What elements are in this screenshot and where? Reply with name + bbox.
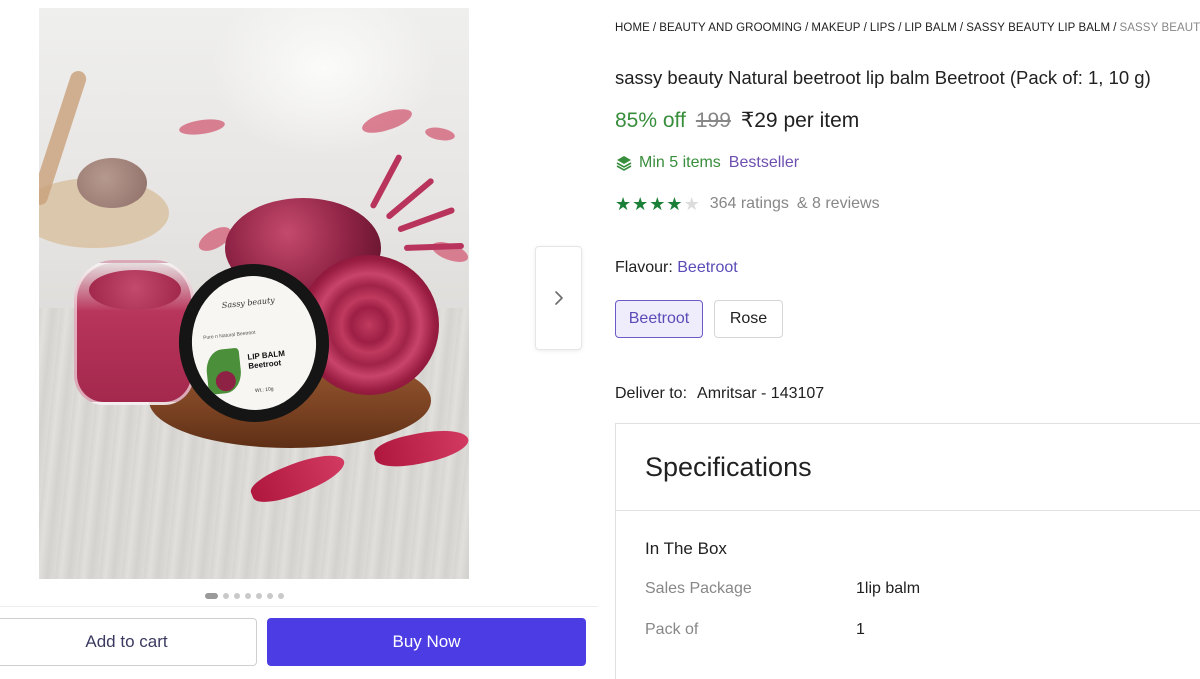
label-weight: Wt.: 10g: [254, 386, 274, 395]
rating-row[interactable]: ★ ★ ★ ★ ★ 364 ratings & 8 reviews: [615, 195, 880, 213]
breadcrumb-separator: /: [1113, 22, 1117, 34]
gallery-dot[interactable]: [245, 593, 251, 599]
beetroot-stem: [369, 153, 403, 210]
price-row: 85% off 199 ₹29 per item: [615, 108, 859, 133]
discount-label: 85% off: [615, 109, 686, 132]
flavour-label: Flavour: Beetroot: [615, 259, 738, 277]
label-brand: Sassy beauty: [221, 295, 276, 311]
gallery-dot[interactable]: [267, 593, 273, 599]
breadcrumb: HOME / BEAUTY AND GROOMING / MAKEUP / LIPS / LIP…: [615, 22, 1200, 34]
variant-beetroot[interactable]: Beetroot: [615, 300, 703, 338]
background-light: [209, 8, 439, 158]
deliver-pincode: Amritsar - 143107: [697, 385, 825, 402]
gallery-dot[interactable]: [234, 593, 240, 599]
makeup-brush: [77, 158, 147, 208]
next-image-button[interactable]: [535, 246, 582, 350]
breadcrumb-item[interactable]: LIPS: [870, 22, 895, 34]
star-icon: ★: [666, 194, 683, 214]
star-rating: ★ ★ ★ ★ ★: [615, 195, 700, 213]
layers-icon: [616, 156, 632, 171]
breadcrumb-item[interactable]: BEAUTY AND GROOMING: [659, 22, 802, 34]
deliver-label: Deliver to:: [615, 385, 688, 402]
breadcrumb-separator: /: [652, 22, 657, 34]
beetroot-stem: [385, 177, 435, 221]
star-icon: ★: [632, 194, 649, 214]
label-tagline: Pure n Natural Beetroot: [202, 329, 256, 342]
gallery-dot[interactable]: [256, 593, 262, 599]
breadcrumb-item[interactable]: MAKEUP: [811, 22, 860, 34]
product-image[interactable]: Sassy beauty Pure n Natural Beetroot LIP…: [39, 8, 469, 579]
spec-key: Pack of: [645, 621, 699, 638]
specifications-card: Specifications In The Box Sales Package …: [615, 423, 1200, 679]
specifications-title: Specifications: [645, 452, 812, 482]
breadcrumb-separator: /: [898, 22, 902, 34]
chevron-right-icon: [554, 291, 563, 305]
spec-key: Sales Package: [645, 580, 752, 597]
beetroot-stem: [396, 206, 456, 233]
add-to-cart-button[interactable]: Add to cart: [0, 618, 257, 666]
original-price: 199: [695, 109, 731, 132]
breadcrumb-item[interactable]: SASSY BEAUTY LIP BALM: [966, 22, 1110, 34]
flavour-label-text: Flavour:: [615, 259, 673, 276]
product-title: sassy beauty Natural beetroot lip balm B…: [615, 67, 1151, 88]
label-title: LIP BALM Beetroot: [246, 348, 286, 371]
delivery-location[interactable]: Deliver to: Amritsar - 143107: [615, 385, 824, 403]
spec-value: 1: [856, 621, 865, 638]
gallery-dot[interactable]: [278, 593, 284, 599]
petal: [429, 237, 469, 267]
reviews-count: & 8 reviews: [796, 195, 880, 212]
star-icon: ★: [683, 194, 700, 214]
breadcrumb-item[interactable]: HOME: [615, 22, 650, 34]
breadcrumb-separator: /: [863, 22, 867, 34]
variant-rose[interactable]: Rose: [714, 300, 783, 338]
breadcrumb-item[interactable]: SASSY BEAUTY NATURAL BEETROOT LIP BALM: [1120, 22, 1200, 34]
star-icon: ★: [649, 194, 666, 214]
breadcrumb-item[interactable]: LIP BALM: [905, 22, 957, 34]
min-items-badge: Min 5 items: [615, 154, 721, 172]
breadcrumb-separator: /: [959, 22, 964, 34]
gallery-pagination[interactable]: [205, 593, 284, 599]
gallery-dot[interactable]: [205, 593, 218, 599]
product-badges: Min 5 items Bestseller: [615, 154, 799, 172]
buy-now-button[interactable]: Buy Now: [267, 618, 586, 666]
balm-surface: [89, 270, 181, 310]
selling-price: ₹29 per item: [740, 109, 860, 132]
min-items-text: Min 5 items: [639, 154, 721, 171]
spec-group-title: In The Box: [645, 539, 727, 558]
bestseller-badge: Bestseller: [728, 154, 800, 171]
breadcrumb-separator: /: [805, 22, 809, 34]
ratings-count: 364 ratings: [709, 195, 789, 212]
star-icon: ★: [615, 194, 632, 214]
specifications-header: Specifications: [616, 424, 1200, 511]
spec-value: 1lip balm: [856, 580, 921, 597]
flavour-selected-value: Beetroot: [677, 259, 738, 276]
gallery-dot[interactable]: [223, 593, 229, 599]
